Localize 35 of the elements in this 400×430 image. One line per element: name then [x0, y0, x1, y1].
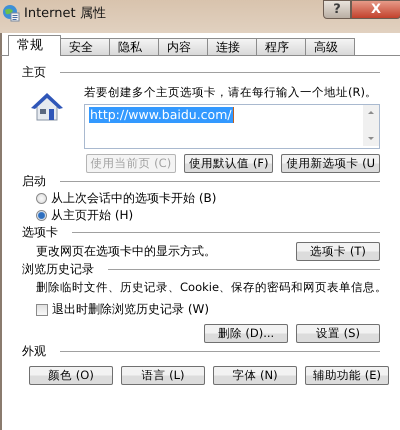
tab[interactable]: 常规	[8, 35, 61, 56]
tab[interactable]: 连接	[207, 38, 257, 55]
button[interactable]: 颜色 (O)	[29, 366, 113, 385]
button[interactable]: 删除 (D)...	[204, 324, 288, 343]
window-title: Internet 属性	[24, 5, 106, 22]
section-heading: 选项卡	[22, 224, 58, 241]
checkbox[interactable]	[36, 304, 48, 316]
button[interactable]: 字体 (N)	[213, 366, 297, 385]
tab[interactable]: 高级	[305, 38, 355, 55]
checkbox-label: 退出时删除浏览历史记录 (W)	[52, 301, 210, 318]
option-label: 从主页开始 (H)	[51, 207, 134, 224]
scroll-bar[interactable]	[363, 105, 379, 146]
button[interactable]: 辅助功能 (E)	[305, 366, 389, 385]
tab[interactable]: 程序	[256, 38, 306, 55]
help-button[interactable]: ?	[323, 0, 351, 19]
radio-button[interactable]	[36, 193, 47, 204]
section-heading: 浏览历史记录	[22, 261, 94, 278]
button[interactable]: 语言 (L)	[121, 366, 205, 385]
button[interactable]: 设置 (S)	[296, 324, 380, 343]
house-icon	[30, 91, 64, 123]
button[interactable]: 选项卡 (T)	[296, 242, 380, 260]
section-heading: 主页	[22, 64, 46, 81]
description-text: 更改网页在选项卡中的显示方式。	[36, 242, 216, 260]
tab[interactable]: 内容	[158, 38, 208, 55]
radio-button[interactable]	[36, 210, 47, 221]
option-label: 从上次会话中的选项卡开始 (B)	[51, 190, 216, 207]
tab[interactable]: 隐私	[109, 38, 159, 55]
section-heading: 外观	[22, 343, 46, 360]
button[interactable]: 使用新选项卡 (U	[281, 154, 380, 173]
instruction-text: 若要创建多个主页选项卡，请在每行输入一个地址(R)。	[84, 85, 378, 100]
description-text: 删除临时文件、历史记录、Cookie、保存的密码和网页表单信息。	[36, 279, 380, 296]
button[interactable]: 使用默认值 (F)	[184, 154, 274, 173]
tab[interactable]: 安全	[60, 38, 110, 55]
section-heading: 启动	[22, 173, 46, 190]
globe-icon	[2, 4, 20, 22]
